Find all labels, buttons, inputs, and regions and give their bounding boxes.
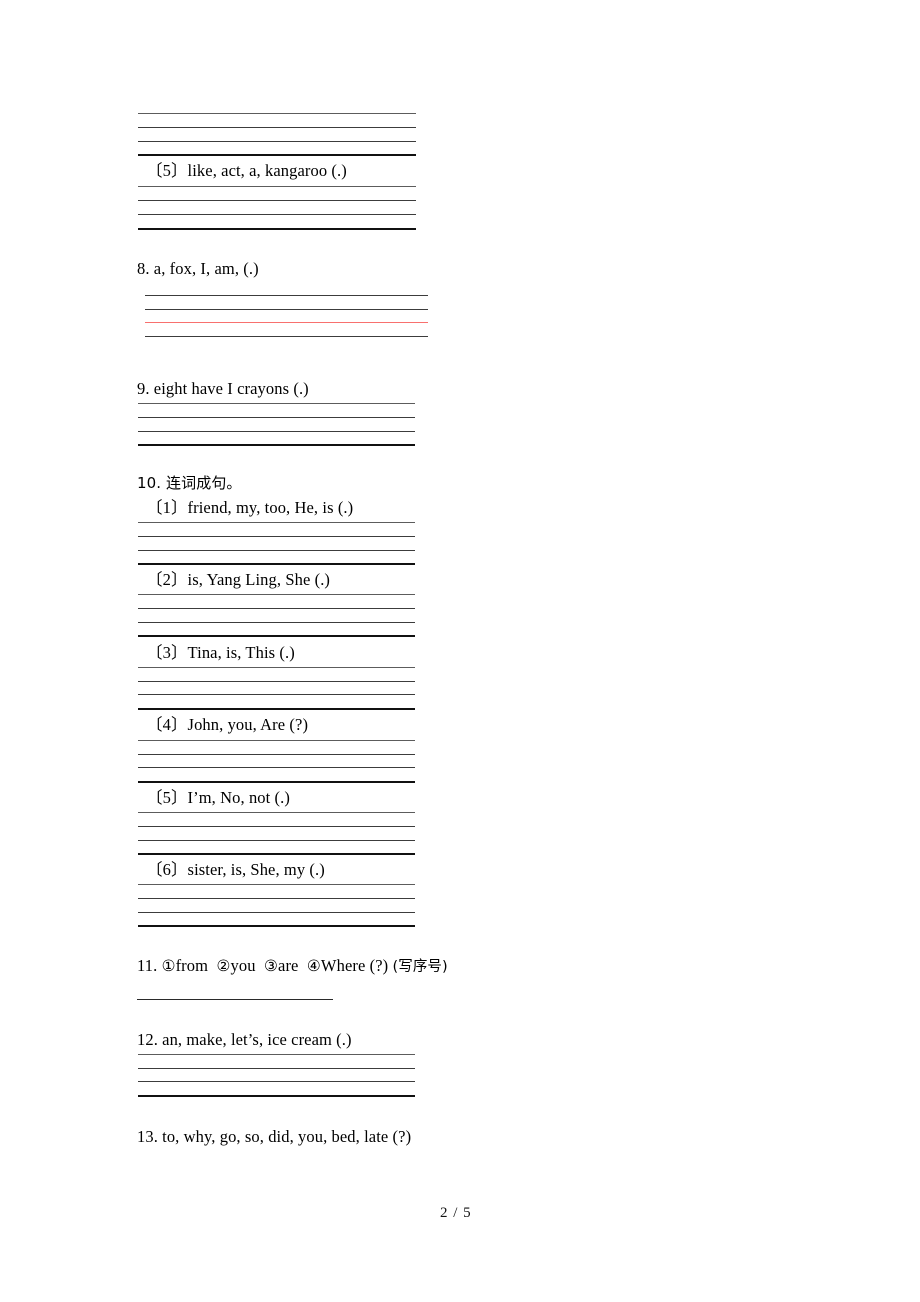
writing-line bbox=[138, 622, 415, 623]
writing-line bbox=[138, 563, 415, 565]
writing-line bbox=[138, 840, 415, 841]
question-12-text: 12. an, make, let’s, ice cream (.) bbox=[137, 1030, 352, 1049]
writing-line bbox=[138, 1081, 415, 1082]
answer-line bbox=[137, 999, 333, 1000]
writing-line bbox=[138, 608, 415, 609]
question-9-text: 9. eight have I crayons (.) bbox=[137, 379, 309, 398]
writing-line bbox=[138, 550, 415, 551]
writing-line-highlighted bbox=[145, 322, 428, 323]
question-11-word-4: Where (?) bbox=[320, 956, 389, 975]
writing-line bbox=[138, 444, 415, 446]
writing-line bbox=[138, 853, 415, 855]
writing-line bbox=[138, 767, 415, 768]
writing-line bbox=[138, 812, 415, 813]
writing-line bbox=[138, 403, 415, 404]
writing-line bbox=[138, 1068, 415, 1069]
writing-line bbox=[138, 536, 415, 537]
question-10-heading: 10. 连词成句。 bbox=[137, 474, 242, 492]
question-11-note: (写序号) bbox=[392, 959, 448, 975]
worksheet-page: 〔5〕like, act, a, kangaroo (.) 8. a, fox,… bbox=[0, 0, 920, 1302]
writing-line bbox=[138, 925, 415, 927]
writing-line bbox=[138, 912, 415, 913]
writing-line bbox=[138, 200, 416, 201]
writing-line bbox=[138, 214, 416, 215]
writing-line bbox=[138, 781, 415, 783]
question-11-word-2: you bbox=[230, 956, 256, 975]
writing-line bbox=[138, 1095, 415, 1097]
page-number: 2 / 5 bbox=[440, 1205, 472, 1221]
writing-line bbox=[138, 431, 415, 432]
question-10-3-text: 〔3〕Tina, is, This (.) bbox=[146, 643, 295, 662]
writing-line bbox=[138, 154, 416, 156]
writing-line bbox=[138, 826, 415, 827]
writing-line bbox=[138, 898, 415, 899]
circled-number-4-icon: ④ bbox=[306, 957, 321, 975]
writing-line bbox=[138, 1054, 415, 1055]
circled-number-3-icon: ③ bbox=[264, 957, 279, 975]
writing-line bbox=[138, 113, 416, 114]
writing-line bbox=[145, 295, 428, 296]
writing-line bbox=[138, 694, 415, 695]
writing-line bbox=[138, 594, 415, 595]
writing-line bbox=[138, 186, 416, 187]
writing-line bbox=[145, 336, 428, 337]
circled-number-2-icon: ② bbox=[216, 957, 231, 975]
writing-line bbox=[138, 884, 415, 885]
question-11-word-1: from bbox=[175, 956, 209, 975]
writing-line bbox=[138, 635, 415, 637]
question-11-word-3: are bbox=[278, 956, 299, 975]
question-10-6-text: 〔6〕sister, is, She, my (.) bbox=[146, 860, 325, 879]
writing-line bbox=[138, 522, 415, 523]
question-10-1-text: 〔1〕friend, my, too, He, is (.) bbox=[146, 498, 354, 517]
question-10-4-text: 〔4〕John, you, Are (?) bbox=[146, 715, 309, 734]
writing-line bbox=[138, 681, 415, 682]
writing-line bbox=[138, 708, 415, 710]
question-10-2-text: 〔2〕is, Yang Ling, She (.) bbox=[146, 570, 331, 589]
circled-number-1-icon: ① bbox=[161, 957, 176, 975]
question-5-sub-text: 〔5〕like, act, a, kangaroo (.) bbox=[146, 161, 347, 180]
question-11-row: 11. ①from ②you ③are ④Where (?) (写序号) bbox=[137, 956, 448, 977]
writing-line bbox=[138, 667, 415, 668]
writing-line bbox=[138, 417, 415, 418]
question-13-text: 13. to, why, go, so, did, you, bed, late… bbox=[137, 1127, 412, 1146]
writing-line bbox=[138, 740, 415, 741]
question-10-5-text: 〔5〕I’m, No, not (.) bbox=[146, 788, 290, 807]
writing-line bbox=[138, 228, 416, 230]
writing-line bbox=[138, 754, 415, 755]
writing-line bbox=[138, 141, 416, 142]
question-11-number: 11. bbox=[137, 956, 158, 975]
writing-line bbox=[138, 127, 416, 128]
question-8-text: 8. a, fox, I, am, (.) bbox=[137, 259, 259, 278]
writing-line bbox=[145, 309, 428, 310]
